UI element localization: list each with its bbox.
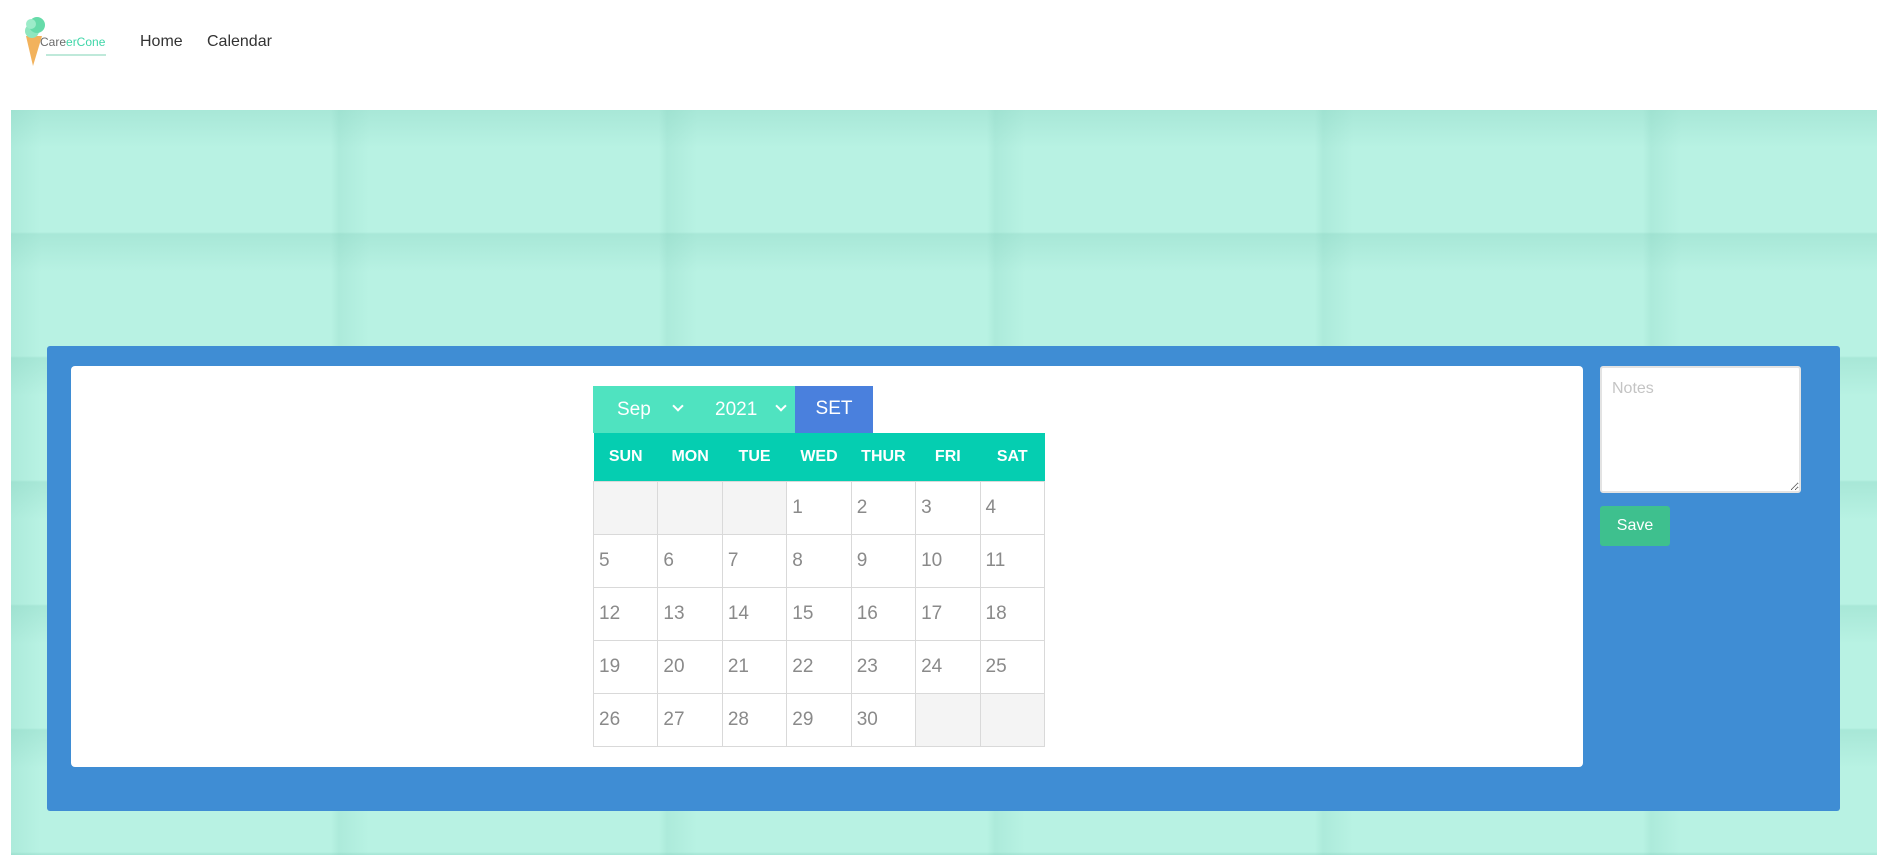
- nav-calendar-link[interactable]: Calendar: [207, 33, 272, 51]
- weekday-header: SAT: [980, 433, 1045, 481]
- chevron-down-icon: [672, 400, 684, 412]
- year-select-value: 2021: [715, 398, 758, 420]
- day-cell[interactable]: 18: [979, 586, 1046, 641]
- day-cell[interactable]: 9: [850, 533, 917, 588]
- weekday-header: TUE: [722, 433, 787, 481]
- empty-day-cell: [979, 692, 1046, 747]
- empty-day-cell: [721, 480, 788, 535]
- calendar-controls: Sep 2021 SET: [593, 386, 1045, 433]
- week-row: 19 20 21 22 23 24 25: [592, 639, 1046, 694]
- day-cell[interactable]: 26: [592, 692, 659, 747]
- day-cell[interactable]: 23: [850, 639, 917, 694]
- day-cell[interactable]: 2: [850, 480, 917, 535]
- set-button[interactable]: SET: [795, 386, 873, 433]
- day-cell[interactable]: 21: [721, 639, 788, 694]
- empty-day-cell: [592, 480, 659, 535]
- day-cell[interactable]: 8: [786, 533, 852, 588]
- day-cell[interactable]: 19: [592, 639, 659, 694]
- calendar: Sep 2021 SET SUN MON TUE WED THUR FRI SA…: [592, 386, 1046, 747]
- careercone-logo[interactable]: CareerCone: [24, 14, 116, 68]
- day-cell[interactable]: 25: [979, 639, 1046, 694]
- nav-home-link[interactable]: Home: [140, 33, 183, 51]
- day-cell[interactable]: 24: [915, 639, 981, 694]
- empty-day-cell: [657, 480, 723, 535]
- day-cell[interactable]: 15: [786, 586, 852, 641]
- day-cell[interactable]: 20: [657, 639, 723, 694]
- hero-background: Sep 2021 SET SUN MON TUE WED THUR FRI SA…: [11, 110, 1877, 855]
- month-select-value: Sep: [617, 398, 651, 420]
- month-select[interactable]: Sep: [593, 386, 693, 433]
- week-row: 1 2 3 4: [592, 480, 1046, 535]
- day-cell[interactable]: 11: [979, 533, 1046, 588]
- logo-text-care: Care: [40, 35, 67, 49]
- weekday-header: FRI: [915, 433, 981, 481]
- notes-textarea[interactable]: [1600, 366, 1801, 493]
- logo-tagline: [46, 54, 106, 56]
- day-cell[interactable]: 6: [657, 533, 723, 588]
- day-cell[interactable]: 10: [915, 533, 981, 588]
- weekday-header-row: SUN MON TUE WED THUR FRI SAT: [593, 433, 1045, 481]
- weekday-header: WED: [786, 433, 852, 481]
- calendar-card: Sep 2021 SET SUN MON TUE WED THUR FRI SA…: [71, 366, 1583, 767]
- year-select[interactable]: 2021: [693, 386, 795, 433]
- calendar-panel: Sep 2021 SET SUN MON TUE WED THUR FRI SA…: [47, 346, 1840, 811]
- day-cell[interactable]: 5: [592, 533, 659, 588]
- weekday-header: SUN: [593, 433, 658, 481]
- day-cell[interactable]: 30: [850, 692, 917, 747]
- chevron-down-icon: [775, 400, 787, 412]
- day-cell[interactable]: 27: [657, 692, 723, 747]
- calendar-grid: SUN MON TUE WED THUR FRI SAT 1 2 3 4 5 6…: [592, 433, 1046, 747]
- day-cell[interactable]: 28: [721, 692, 788, 747]
- save-button[interactable]: Save: [1600, 506, 1670, 546]
- empty-day-cell: [915, 692, 981, 747]
- day-cell[interactable]: 22: [786, 639, 852, 694]
- day-cell[interactable]: 7: [721, 533, 788, 588]
- week-row: 5 6 7 8 9 10 11: [592, 533, 1046, 588]
- week-row: 12 13 14 15 16 17 18: [592, 586, 1046, 641]
- day-cell[interactable]: 4: [979, 480, 1046, 535]
- day-cell[interactable]: 13: [657, 586, 723, 641]
- navbar: CareerCone Home Calendar: [0, 0, 1888, 110]
- day-cell[interactable]: 16: [850, 586, 917, 641]
- weekday-header: THUR: [851, 433, 916, 481]
- day-cell[interactable]: 1: [786, 480, 852, 535]
- day-cell[interactable]: 17: [915, 586, 981, 641]
- day-cell[interactable]: 14: [721, 586, 788, 641]
- day-cell[interactable]: 3: [915, 480, 981, 535]
- weekday-header: MON: [657, 433, 723, 481]
- logo-text-cone: erCone: [66, 35, 106, 49]
- day-cell[interactable]: 12: [592, 586, 659, 641]
- day-cell[interactable]: 29: [786, 692, 852, 747]
- week-row: 26 27 28 29 30: [592, 692, 1046, 747]
- logo-text: CareerCone: [40, 35, 105, 49]
